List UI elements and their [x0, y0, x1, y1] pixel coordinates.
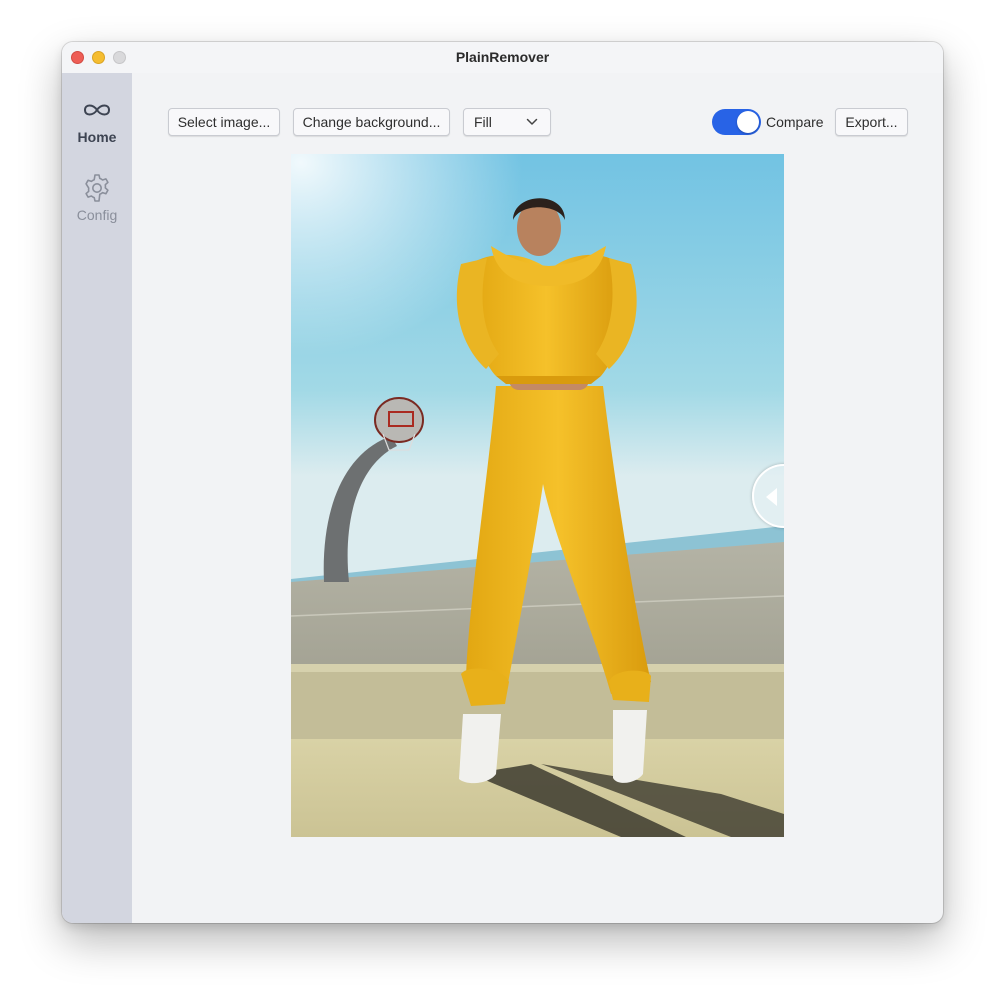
compare-toggle[interactable]: [712, 109, 761, 135]
title-bar: PlainRemover: [62, 42, 943, 73]
compare-slider-handle[interactable]: [752, 464, 784, 528]
change-background-button[interactable]: Change background...: [293, 108, 450, 136]
gear-icon: [85, 174, 109, 202]
select-image-button[interactable]: Select image...: [168, 108, 280, 136]
sidebar-item-label: Config: [76, 207, 118, 223]
app-window: PlainRemover Home Config Select image...…: [62, 42, 943, 923]
fill-mode-value: Fill: [474, 114, 492, 130]
fill-mode-select[interactable]: Fill: [463, 108, 551, 136]
compare-label: Compare: [766, 114, 824, 130]
infinity-icon: [83, 104, 111, 116]
toggle-knob: [737, 111, 759, 133]
chevron-down-icon: [526, 118, 538, 125]
sidebar: Home Config: [62, 73, 132, 923]
chevron-left-icon: [766, 488, 777, 506]
sidebar-item-label: Home: [77, 129, 117, 145]
compare-handle-clip: [291, 154, 784, 837]
window-title: PlainRemover: [455, 49, 550, 65]
export-button[interactable]: Export...: [835, 108, 908, 136]
sidebar-item-home[interactable]: Home: [62, 93, 132, 145]
sidebar-item-config[interactable]: Config: [62, 171, 132, 223]
